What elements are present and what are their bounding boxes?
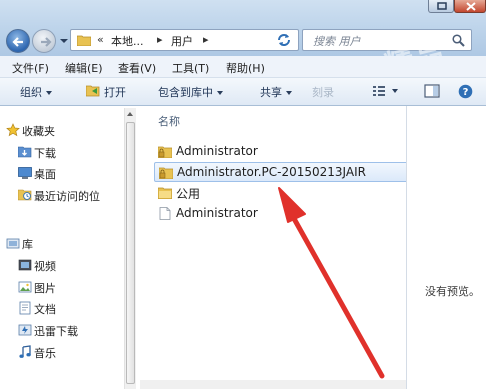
nav-item-videos[interactable]: 视频 <box>34 258 56 274</box>
nav-item-music[interactable]: 音乐 <box>34 345 56 361</box>
breadcrumb-separator[interactable]: ▸ <box>203 33 209 46</box>
share-button[interactable]: 共享 <box>260 84 292 100</box>
organize-label: 组织 <box>20 86 42 99</box>
recent-places-icon <box>18 189 32 201</box>
favorites-star-icon <box>6 123 20 137</box>
no-preview-text: 没有预览。 <box>425 285 480 298</box>
maximize-button[interactable] <box>428 0 454 13</box>
nav-item-downloads[interactable]: 下载 <box>34 145 56 161</box>
horizontal-scrollbar[interactable] <box>140 380 406 389</box>
close-button[interactable] <box>454 0 486 13</box>
include-library-label: 包含到库中 <box>158 86 213 99</box>
search-icon <box>452 34 465 47</box>
thunder-download-icon <box>18 324 32 336</box>
nav-favorites[interactable]: 收藏夹 <box>22 123 55 139</box>
chevron-down-icon <box>217 91 223 95</box>
scroll-up-icon[interactable] <box>127 112 133 116</box>
chevron-down-icon <box>392 89 398 93</box>
include-in-library-button[interactable]: 包含到库中 <box>158 84 223 100</box>
scrollbar-thumb[interactable] <box>126 122 135 384</box>
locked-folder-icon <box>158 146 172 158</box>
locked-folder-icon <box>159 167 173 179</box>
menu-file[interactable]: 文件(F) <box>12 60 49 76</box>
menu-edit[interactable]: 编辑(E) <box>65 60 103 76</box>
breadcrumb-overflow[interactable]: « <box>97 33 104 46</box>
file-icon <box>159 207 171 220</box>
nav-item-recent-places[interactable]: 最近访问的位 <box>34 188 100 204</box>
downloads-folder-icon <box>18 146 32 158</box>
back-arrow-icon <box>12 37 23 47</box>
navigation-scrollbar[interactable] <box>124 108 136 389</box>
preview-pane-icon[interactable] <box>424 84 440 98</box>
help-icon[interactable]: ? <box>458 84 473 99</box>
nav-item-documents[interactable]: 文档 <box>34 301 56 317</box>
nav-item-desktop[interactable]: 桌面 <box>34 166 56 182</box>
command-bar: 组织 打开 包含到库中 共享 刻录 ? <box>0 78 486 106</box>
preview-pane: 没有预览。 <box>406 106 486 389</box>
svg-text:?: ? <box>463 87 469 98</box>
burn-button[interactable]: 刻录 <box>312 84 334 100</box>
pictures-library-icon <box>18 281 32 293</box>
menu-view[interactable]: 查看(V) <box>118 60 156 76</box>
videos-library-icon <box>18 259 32 271</box>
forward-button[interactable] <box>32 29 56 53</box>
view-options-icon[interactable] <box>372 84 386 98</box>
menu-tools[interactable]: 工具(T) <box>172 60 209 76</box>
documents-library-icon <box>19 301 31 315</box>
file-name: Administrator.PC-20150213JAIR <box>177 165 366 179</box>
chevron-down-icon <box>286 91 292 95</box>
menu-bar: 文件(F) 编辑(E) 查看(V) 工具(T) 帮助(H) <box>0 56 486 78</box>
file-name: Administrator <box>176 206 258 220</box>
address-bar[interactable]: « 本地... ▸ 用户 ▸ <box>70 29 334 51</box>
desktop-icon <box>18 167 32 179</box>
folder-icon <box>77 35 91 46</box>
chevron-down-icon <box>46 91 52 95</box>
file-row[interactable]: Administrator <box>154 142 412 162</box>
file-row[interactable]: Administrator <box>154 204 412 224</box>
open-button[interactable]: 打开 <box>104 84 126 100</box>
menu-help[interactable]: 帮助(H) <box>226 60 265 76</box>
share-label: 共享 <box>260 86 282 99</box>
libraries-icon <box>6 238 20 249</box>
burn-label: 刻录 <box>312 86 334 99</box>
file-row[interactable]: 公用 <box>154 183 412 203</box>
folder-icon <box>158 187 172 199</box>
music-library-icon <box>19 345 31 358</box>
open-folder-icon <box>86 85 100 97</box>
breadcrumb-local-disk[interactable]: 本地... <box>111 33 144 49</box>
column-header-name[interactable]: 名称 <box>158 113 180 129</box>
nav-libraries[interactable]: 库 <box>22 236 33 252</box>
refresh-icon[interactable] <box>275 32 293 48</box>
organize-button[interactable]: 组织 <box>20 84 52 100</box>
nav-item-pictures[interactable]: 图片 <box>34 280 56 296</box>
breadcrumb-users[interactable]: 用户 <box>171 33 193 49</box>
maximize-icon <box>437 2 447 10</box>
back-button[interactable] <box>6 29 30 53</box>
file-name: 公用 <box>176 187 201 201</box>
file-name: Administrator <box>176 144 258 158</box>
forward-arrow-icon <box>41 37 52 47</box>
file-row-selected[interactable]: Administrator.PC-20150213JAIR <box>154 162 412 182</box>
view-dropdown[interactable] <box>392 84 398 97</box>
nav-item-thunder-download[interactable]: 迅雷下载 <box>34 323 78 339</box>
close-icon <box>466 2 476 11</box>
search-placeholder: 搜索 用户 <box>313 35 361 48</box>
breadcrumb-separator[interactable]: ▸ <box>157 33 163 46</box>
history-dropdown-icon[interactable] <box>59 36 69 46</box>
